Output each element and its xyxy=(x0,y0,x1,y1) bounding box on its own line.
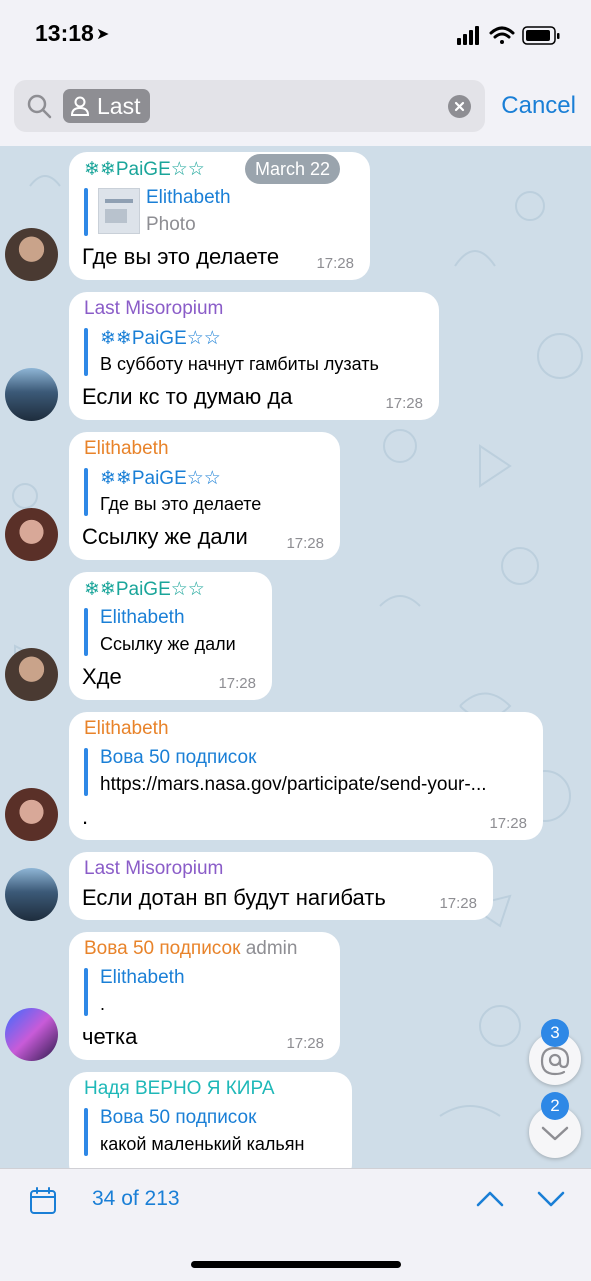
reply-sender-name[interactable]: Elithabeth xyxy=(100,607,185,629)
chevron-down-icon[interactable] xyxy=(536,1187,566,1211)
message-bubble: Last Misoropium Если дотан вп будут наги… xyxy=(69,852,493,920)
reply-bar xyxy=(84,1108,88,1156)
avatar[interactable] xyxy=(5,368,58,421)
reply-text: В субботу начнут гамбиты лузать xyxy=(100,354,379,374)
reply-sender-name[interactable]: Вова 50 подписок xyxy=(100,747,256,769)
avatar[interactable] xyxy=(5,1008,58,1061)
wifi-icon xyxy=(489,26,515,44)
reply-bar xyxy=(84,608,88,656)
sender-name[interactable]: ❄❄PaiGE☆☆ xyxy=(84,578,205,601)
admin-badge: admin xyxy=(245,938,298,959)
avatar[interactable] xyxy=(5,868,58,921)
reply-text: Ссылку же дали xyxy=(100,634,236,654)
sender-name[interactable]: Last Misoropium xyxy=(84,858,223,880)
search-filter-chip[interactable]: Last xyxy=(63,89,151,123)
message-time: 17:28 xyxy=(286,1035,324,1052)
user-icon xyxy=(70,96,90,116)
avatar[interactable] xyxy=(5,648,58,701)
message-item[interactable]: Elithabeth Вова 50 подписок https://mars… xyxy=(0,712,591,846)
message-item[interactable]: Last Misoropium ❄❄PaiGE☆☆ В субботу начн… xyxy=(0,292,591,426)
avatar[interactable] xyxy=(5,228,58,281)
message-item[interactable]: Elithabeth ❄❄PaiGE☆☆ Где вы это делаете … xyxy=(0,432,591,566)
unread-badge: 2 xyxy=(541,1092,569,1120)
date-header: March 22 xyxy=(245,154,341,184)
calendar-icon[interactable] xyxy=(29,1187,57,1215)
reply-sender-name[interactable]: ❄❄PaiGE☆☆ xyxy=(100,467,221,490)
message-text: четка xyxy=(82,1024,138,1049)
home-indicator xyxy=(191,1261,401,1268)
message-text: Если дотан вп будут нагибать xyxy=(82,885,386,910)
battery-icon xyxy=(522,26,560,45)
reply-text: Photo xyxy=(146,214,196,235)
status-icons xyxy=(457,26,560,45)
message-text: . xyxy=(82,804,89,829)
location-arrow-icon: ➤ xyxy=(96,26,110,43)
message-time: 17:28 xyxy=(316,255,354,272)
message-time: 17:28 xyxy=(218,675,256,692)
message-text: Если кс то думаю да xyxy=(82,384,293,409)
message-time: 17:28 xyxy=(489,815,527,832)
message-time: 17:28 xyxy=(439,895,477,912)
sender-name[interactable]: Elithabeth xyxy=(84,718,169,740)
reply-bar xyxy=(84,748,88,796)
message-bubble: Вова 50 подписок admin Elithabeth . четк… xyxy=(69,932,340,1060)
chevron-up-icon[interactable] xyxy=(475,1187,505,1211)
search-input[interactable]: Last xyxy=(14,80,485,132)
scroll-down-button[interactable]: 2 xyxy=(529,1092,581,1158)
reply-bar xyxy=(84,968,88,1016)
reply-text: какой маленький кальян xyxy=(100,1134,305,1154)
sender-name[interactable]: Last Misoropium xyxy=(84,298,223,320)
reply-text: Где вы это делаете xyxy=(100,494,262,514)
chat-area[interactable]: ❄❄PaiGE☆☆ Elithabeth Photo Где вы это де… xyxy=(0,146,591,1168)
message-bubble: Elithabeth ❄❄PaiGE☆☆ Где вы это делаете … xyxy=(69,432,340,560)
status-bar: 13:18 ➤ xyxy=(0,0,591,70)
status-time: 13:18 xyxy=(35,20,94,46)
reply-text: . xyxy=(100,994,106,1014)
search-icon xyxy=(27,94,52,119)
message-bubble: Elithabeth Вова 50 подписок https://mars… xyxy=(69,712,543,840)
message-item[interactable]: Надя ВЕРНО Я КИРА Вова 50 подписок какой… xyxy=(0,1072,591,1168)
sender-name[interactable]: Elithabeth xyxy=(84,438,169,460)
reply-link-text[interactable]: https://mars.nasa.gov/participate/send-y… xyxy=(100,774,530,796)
message-item[interactable]: ❄❄PaiGE☆☆ Elithabeth Ссылку же дали Хде … xyxy=(0,572,591,706)
message-text: Где вы это делаете xyxy=(82,244,280,269)
message-text: Ссылку же дали xyxy=(82,524,248,549)
sender-name-text: Вова 50 подписок xyxy=(84,938,241,959)
cancel-button[interactable]: Cancel xyxy=(501,92,576,120)
reply-bar xyxy=(84,328,88,376)
clear-search-icon[interactable] xyxy=(448,95,471,118)
results-counter: 34 of 213 xyxy=(92,1187,180,1210)
message-bubble: ❄❄PaiGE☆☆ Elithabeth Ссылку же дали Хде … xyxy=(69,572,272,700)
reply-sender-name[interactable]: ❄❄PaiGE☆☆ xyxy=(100,327,221,350)
reply-bar xyxy=(84,188,88,236)
search-bar: Last Cancel xyxy=(0,70,591,146)
avatar[interactable] xyxy=(5,788,58,841)
reply-sender-name[interactable]: Elithabeth xyxy=(146,187,231,209)
message-item[interactable]: Вова 50 подписок admin Elithabeth . четк… xyxy=(0,932,591,1066)
avatar[interactable] xyxy=(5,508,58,561)
message-item[interactable]: Last Misoropium Если дотан вп будут наги… xyxy=(0,852,591,926)
reply-bar xyxy=(84,468,88,516)
message-item[interactable]: ❄❄PaiGE☆☆ Elithabeth Photo Где вы это де… xyxy=(0,146,591,286)
sender-name[interactable]: ❄❄PaiGE☆☆ xyxy=(84,158,205,181)
cellular-signal-icon xyxy=(457,26,479,45)
reply-photo-thumbnail xyxy=(98,188,140,234)
message-bubble: Надя ВЕРНО Я КИРА Вова 50 подписок какой… xyxy=(69,1072,352,1168)
message-time: 17:28 xyxy=(385,395,423,412)
sender-name[interactable]: Вова 50 подписок admin xyxy=(84,938,297,960)
reply-sender-name[interactable]: Вова 50 подписок xyxy=(100,1107,256,1129)
message-time: 17:28 xyxy=(286,535,324,552)
search-results-bar: 34 of 213 xyxy=(0,1168,591,1281)
message-bubble: Last Misoropium ❄❄PaiGE☆☆ В субботу начн… xyxy=(69,292,439,420)
sender-name[interactable]: Надя ВЕРНО Я КИРА xyxy=(84,1078,275,1100)
message-text: Хде xyxy=(82,664,122,689)
reply-sender-name[interactable]: Elithabeth xyxy=(100,967,185,989)
mentions-button[interactable]: 3 xyxy=(529,1019,581,1085)
search-chip-label: Last xyxy=(97,92,141,119)
mentions-badge: 3 xyxy=(541,1019,569,1047)
